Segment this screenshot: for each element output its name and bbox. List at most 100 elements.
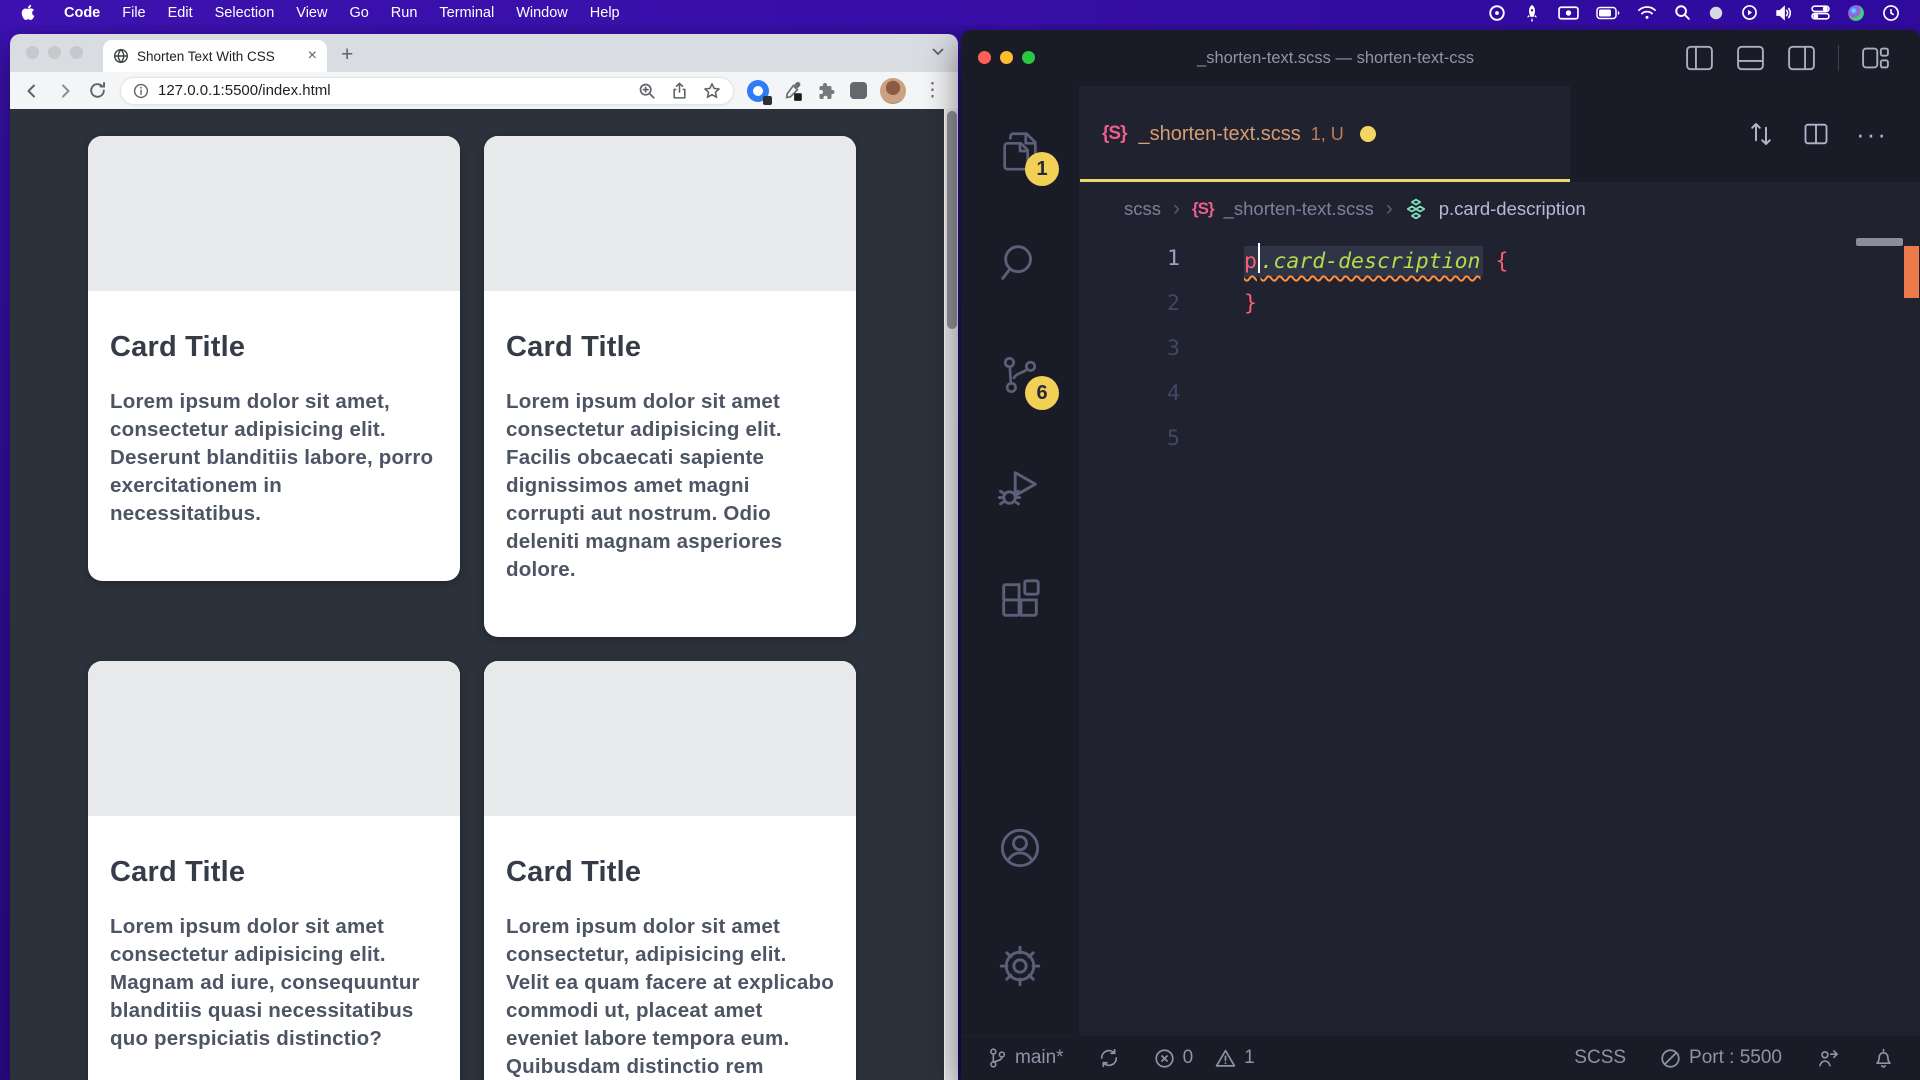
problems-item[interactable]: 0 1 (1154, 1047, 1255, 1069)
scrollbar-thumb[interactable] (947, 111, 957, 329)
menu-app-name[interactable]: Code (53, 5, 111, 21)
browser-tab[interactable]: Shorten Text With CSS × (103, 40, 327, 72)
tab-close-icon[interactable]: × (308, 47, 317, 65)
more-actions-icon[interactable]: ··· (1856, 119, 1888, 150)
code-editor[interactable]: 1 p.card-description { 2 } 3 4 5 (1080, 236, 1920, 1035)
accounts-icon[interactable] (997, 825, 1043, 871)
profile-avatar[interactable] (880, 78, 906, 104)
live-share-item[interactable] (1816, 1047, 1839, 1069)
breadcrumbs: scss › {S} _shorten-text.scss › p.card-d… (1080, 182, 1920, 236)
card-image-placeholder (88, 661, 460, 816)
control-center-icon[interactable] (1811, 5, 1830, 20)
share-icon[interactable] (671, 82, 688, 100)
menu-run[interactable]: Run (380, 5, 429, 21)
browser-toolbar: 127.0.0.1:5500/index.html ⋮ (10, 72, 958, 109)
language-mode: SCSS (1574, 1047, 1626, 1069)
apple-menu-icon[interactable] (20, 4, 35, 21)
globe-favicon (113, 48, 129, 64)
menu-window[interactable]: Window (505, 5, 579, 21)
menu-terminal[interactable]: Terminal (428, 5, 505, 21)
page-scrollbar[interactable] (944, 109, 958, 1080)
open-changes-icon[interactable] (1746, 119, 1776, 149)
battery-icon[interactable] (1596, 6, 1620, 20)
breadcrumb-symbol[interactable]: p.card-description (1439, 198, 1586, 220)
close-window-button[interactable] (26, 46, 39, 59)
forward-button[interactable] (55, 81, 75, 101)
split-editor-icon[interactable] (1802, 120, 1830, 148)
menu-file[interactable]: File (111, 5, 156, 21)
card-title: Card Title (110, 331, 438, 364)
browser-tabstrip: Shorten Text With CSS × + (10, 34, 958, 72)
settings-gear-icon[interactable] (997, 943, 1043, 989)
status-bar: main* 0 1 SCSS Port : 5500 (961, 1035, 1920, 1080)
source-control-badge: 6 (1025, 376, 1059, 410)
menu-go[interactable]: Go (338, 5, 379, 21)
menu-view[interactable]: View (285, 5, 338, 21)
live-share-icon (1816, 1047, 1839, 1069)
breadcrumb-file[interactable]: _shorten-text.scss (1224, 198, 1374, 220)
bookmark-star-icon[interactable] (703, 82, 721, 100)
live-server-port-item[interactable]: Port : 5500 (1660, 1047, 1782, 1069)
card-title: Card Title (506, 856, 834, 889)
eyedropper-extension-icon[interactable] (782, 80, 804, 102)
toggle-secondary-sidebar-icon[interactable] (1787, 45, 1816, 71)
git-branch-item[interactable]: main* (987, 1047, 1064, 1069)
focus-dot-icon[interactable] (1708, 5, 1724, 21)
password-manager-extension-icon[interactable] (747, 80, 769, 102)
url-text[interactable]: 127.0.0.1:5500/index.html (158, 82, 638, 99)
site-info-icon[interactable] (133, 83, 149, 99)
wifi-icon[interactable] (1637, 5, 1657, 20)
zoom-window-button[interactable] (1022, 51, 1035, 64)
branch-name: main* (1015, 1047, 1064, 1069)
editor-tab[interactable]: {S} _shorten-text.scss 1, U (1080, 86, 1570, 182)
minimize-window-button[interactable] (48, 46, 61, 59)
screen-mirroring-icon[interactable] (1558, 5, 1579, 21)
browser-window-controls[interactable] (26, 46, 83, 59)
run-debug-icon[interactable] (997, 464, 1043, 510)
circle-slash-icon (1660, 1048, 1681, 1069)
new-tab-button[interactable]: + (341, 40, 353, 72)
editor-group: {S} _shorten-text.scss 1, U ··· scss › {… (1079, 86, 1920, 1035)
explorer-icon[interactable]: 1 (997, 128, 1043, 174)
minimap-slider[interactable] (1856, 238, 1903, 246)
minimize-window-button[interactable] (1000, 51, 1013, 64)
menu-selection[interactable]: Selection (204, 5, 286, 21)
customize-layout-icon[interactable] (1861, 45, 1890, 71)
screen-time-icon[interactable] (1741, 4, 1758, 21)
errors-icon (1154, 1048, 1175, 1069)
back-button[interactable] (22, 81, 42, 101)
extensions-icon[interactable] (997, 576, 1043, 622)
menu-edit[interactable]: Edit (157, 5, 204, 21)
rocket-icon[interactable] (1523, 4, 1541, 22)
spotlight-icon[interactable] (1674, 4, 1691, 21)
tab-search-chevron-icon[interactable] (932, 48, 944, 56)
extensions-puzzle-icon[interactable] (817, 81, 837, 101)
editor-tabbar: {S} _shorten-text.scss 1, U ··· (1080, 86, 1920, 182)
source-control-icon[interactable]: 6 (997, 352, 1043, 398)
volume-icon[interactable] (1775, 5, 1794, 21)
search-icon[interactable] (997, 240, 1043, 286)
unsaved-dot-icon[interactable] (1360, 126, 1376, 142)
notifications-item[interactable] (1873, 1047, 1894, 1069)
open-brace: { (1495, 249, 1508, 274)
warnings-icon (1215, 1048, 1236, 1069)
reader-extension-icon[interactable] (850, 82, 867, 99)
record-target-icon[interactable] (1488, 4, 1506, 22)
vscode-titlebar[interactable]: _shorten-text.scss — shorten-text-css (961, 30, 1920, 86)
menu-help[interactable]: Help (579, 5, 631, 21)
clock-icon[interactable] (1882, 4, 1900, 22)
tab-git-decoration: 1, U (1311, 124, 1344, 145)
reload-button[interactable] (88, 81, 107, 100)
close-window-button[interactable] (978, 51, 991, 64)
sync-changes-item[interactable] (1098, 1047, 1120, 1069)
chrome-menu-icon[interactable]: ⋮ (919, 79, 946, 102)
address-bar[interactable]: 127.0.0.1:5500/index.html (120, 77, 734, 105)
toggle-panel-icon[interactable] (1736, 45, 1765, 71)
siri-icon[interactable] (1847, 4, 1865, 22)
zoom-window-button[interactable] (70, 46, 83, 59)
activity-bar: 1 6 (961, 86, 1079, 1035)
breadcrumb-folder[interactable]: scss (1124, 198, 1161, 220)
toggle-sidebar-icon[interactable] (1685, 45, 1714, 71)
zoom-icon[interactable] (638, 82, 656, 100)
language-mode-item[interactable]: SCSS (1574, 1047, 1626, 1069)
